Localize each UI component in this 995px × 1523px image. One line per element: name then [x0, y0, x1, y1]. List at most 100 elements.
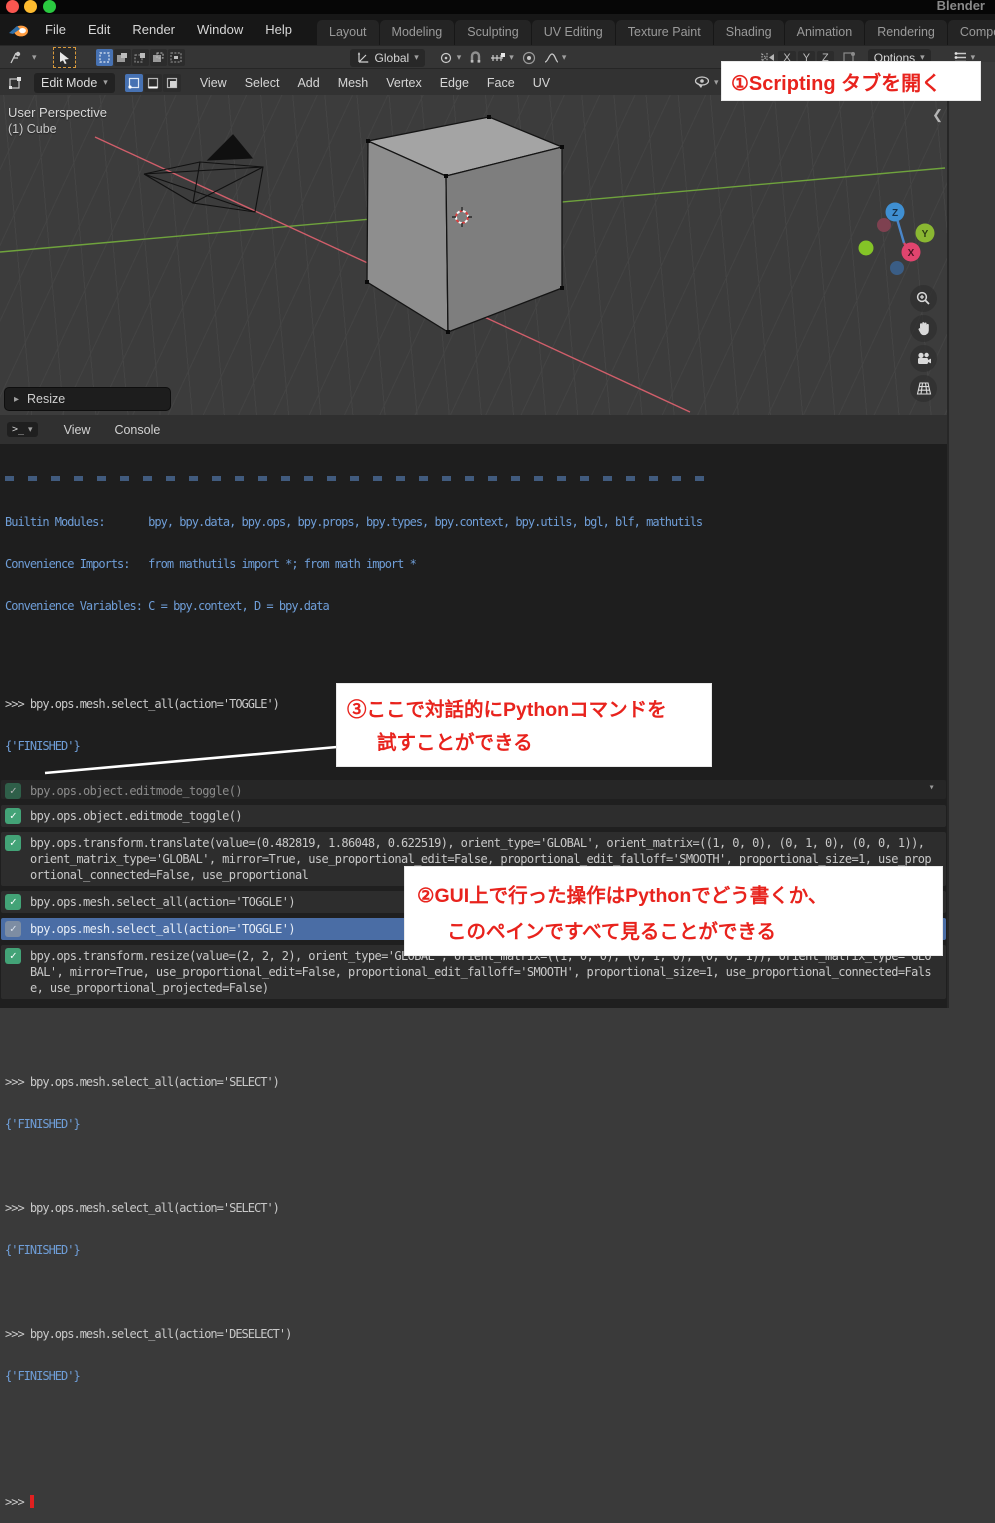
- tab-shading[interactable]: Shading: [713, 20, 784, 45]
- navigation-gizmo[interactable]: Z Y X: [858, 202, 935, 276]
- console-prompt-line[interactable]: >>>: [5, 1495, 947, 1509]
- proportional-circle-icon: [522, 51, 535, 64]
- console-menu-view[interactable]: View: [52, 423, 103, 437]
- console-result: {'FINISHED'}: [5, 1369, 81, 1383]
- select-box-tool-button[interactable]: [95, 49, 113, 66]
- operator-redo-panel[interactable]: ▸ Resize: [4, 387, 171, 411]
- select-difference-tool-button[interactable]: [149, 49, 167, 66]
- viewport-menu-face[interactable]: Face: [478, 76, 524, 90]
- camera-object[interactable]: [143, 134, 264, 213]
- viewport-menu-view[interactable]: View: [191, 76, 236, 90]
- window-title: Blender: [936, 0, 985, 13]
- menu-window[interactable]: Window: [186, 22, 254, 37]
- console-command: >>> bpy.ops.mesh.select_all(action='SELE…: [5, 1201, 280, 1215]
- zoom-window-button[interactable]: [43, 0, 56, 13]
- gizmo-y-label: Y: [922, 229, 929, 240]
- chevron-down-icon: ▾: [561, 52, 567, 62]
- pivot-point-dropdown[interactable]: ▾: [435, 50, 466, 66]
- chevron-down-icon[interactable]: ▾: [929, 780, 935, 796]
- 3d-viewport[interactable]: User Perspective (1) Cube Z Y X ❮ ▸ Resi…: [0, 95, 947, 415]
- tab-animation[interactable]: Animation: [784, 20, 865, 45]
- pan-view-button[interactable]: [910, 315, 937, 342]
- select-subtract-tool-button[interactable]: [131, 49, 149, 66]
- console-result: {'FINISHED'}: [5, 1243, 81, 1257]
- chevron-down-icon: ▾: [103, 77, 108, 87]
- gizmo-neg-y-ball[interactable]: [858, 240, 874, 256]
- mode-select-dropdown[interactable]: Edit Mode ▾: [34, 72, 115, 93]
- right-editor-strip: [947, 62, 995, 1008]
- annotation-step2-line1: ②GUI上で行った操作はPythonでどう書くか、: [417, 885, 828, 907]
- transform-orientation-dropdown[interactable]: Global ▾: [349, 48, 425, 67]
- console-menu-console[interactable]: Console: [102, 423, 172, 437]
- cube-object[interactable]: [365, 115, 565, 334]
- console-editor-type-dropdown[interactable]: >_ ▾: [7, 422, 38, 437]
- viewport-menu-select[interactable]: Select: [236, 76, 289, 90]
- minimize-window-button[interactable]: [24, 0, 37, 13]
- chevron-down-icon: ▾: [32, 52, 37, 62]
- chevron-down-icon: ▾: [509, 52, 514, 62]
- tab-compositing[interactable]: Compositing: [947, 20, 995, 45]
- sidebar-collapse-arrow[interactable]: ❮: [932, 107, 943, 123]
- zoom-view-button[interactable]: [910, 285, 937, 312]
- tab-rendering[interactable]: Rendering: [865, 20, 947, 45]
- active-tool-dropdown[interactable]: ▾: [5, 50, 41, 66]
- chevron-down-icon: ▾: [456, 52, 462, 62]
- vertex-select-mode-button[interactable]: [124, 73, 143, 92]
- chevron-down-icon: ▾: [414, 52, 419, 62]
- menu-help[interactable]: Help: [254, 22, 303, 37]
- gizmo-z-label: Z: [892, 208, 898, 219]
- close-window-button[interactable]: [6, 0, 19, 13]
- viewport-menu-uv[interactable]: UV: [524, 76, 559, 90]
- info-row[interactable]: ✓ bpy.ops.object.editmode_toggle(): [1, 805, 946, 827]
- select-intersect-tool-button[interactable]: [167, 49, 185, 66]
- orientation-label: Global: [374, 50, 410, 65]
- face-select-mode-button[interactable]: [162, 73, 181, 92]
- tab-sculpting[interactable]: Sculpting: [455, 20, 531, 45]
- snap-toggle-button[interactable]: [465, 50, 486, 65]
- console-banner-line: Builtin Modules: bpy, bpy.data, bpy.ops,…: [5, 515, 703, 529]
- pivot-icon: [440, 52, 451, 63]
- macos-titlebar: Blender: [0, 0, 995, 14]
- edge-select-mode-button[interactable]: [143, 73, 162, 92]
- expand-arrow-icon: ▸: [14, 393, 20, 405]
- console-cursor: [29, 1495, 34, 1508]
- tab-texture-paint[interactable]: Texture Paint: [615, 20, 713, 45]
- tweak-tool-active-button[interactable]: [52, 47, 76, 68]
- gizmo-neg-x-ball[interactable]: [877, 218, 891, 232]
- mode-label: Edit Mode: [41, 75, 98, 90]
- toggle-ortho-button[interactable]: [910, 375, 937, 402]
- viewport-menu-add[interactable]: Add: [288, 76, 328, 90]
- annotation-step3-line1: ③ここで対話的にPythonコマンドを: [347, 699, 667, 721]
- menu-edit[interactable]: Edit: [77, 22, 121, 37]
- magnifier-plus-icon: [916, 291, 930, 305]
- eye-cursor-icon: [694, 76, 710, 88]
- select-extend-tool-button[interactable]: [113, 49, 131, 66]
- editor-type-dropdown[interactable]: [4, 75, 28, 91]
- tab-modeling[interactable]: Modeling: [379, 20, 455, 45]
- check-icon: ✓: [5, 948, 21, 964]
- viewport-menu-edge[interactable]: Edge: [431, 76, 478, 90]
- proportional-falloff-dropdown[interactable]: ▾: [540, 51, 571, 65]
- check-icon: ✓: [5, 835, 21, 851]
- tab-layout[interactable]: Layout: [317, 20, 379, 45]
- menu-render[interactable]: Render: [121, 22, 186, 37]
- camera-view-button[interactable]: [910, 345, 937, 372]
- check-icon: ✓: [5, 783, 21, 799]
- visibility-dropdown[interactable]: ▾: [690, 75, 723, 90]
- tab-uv-editing[interactable]: UV Editing: [531, 20, 615, 45]
- info-row[interactable]: ✓ bpy.ops.object.editmode_toggle() ▾: [1, 780, 946, 799]
- viewport-menu-mesh[interactable]: Mesh: [329, 76, 378, 90]
- proportional-edit-toggle[interactable]: [518, 50, 540, 66]
- info-row-text: bpy.ops.object.editmode_toggle(): [30, 784, 243, 798]
- annotation-step2: ②GUI上で行った操作はPythonでどう書くか、 このペインですべて見ることが…: [405, 867, 942, 955]
- viewport-menu-vertex[interactable]: Vertex: [377, 76, 430, 90]
- gizmo-x-label: X: [908, 248, 915, 259]
- camera-up-triangle: [206, 134, 254, 161]
- hand-icon: [917, 322, 929, 336]
- annotation-step3: ③ここで対話的にPythonコマンドを 試すことができる: [337, 684, 711, 766]
- blender-logo-icon: [9, 25, 28, 36]
- gizmo-neg-z-ball[interactable]: [890, 261, 904, 275]
- check-icon: ✓: [5, 808, 21, 824]
- snap-target-dropdown[interactable]: ▾: [486, 51, 518, 65]
- menu-file[interactable]: File: [34, 22, 77, 37]
